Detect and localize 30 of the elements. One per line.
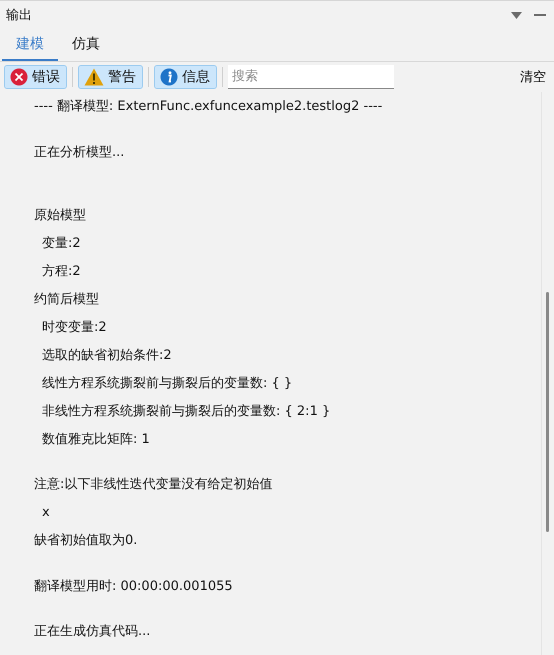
panel-title: 输出 <box>6 7 32 24</box>
search-field[interactable]: 搜索 <box>228 65 394 89</box>
log-line: 正在生成仿真代码... <box>34 623 150 640</box>
tab[interactable]: 仿真 <box>58 29 114 61</box>
clear-button[interactable]: 清空 <box>516 68 550 86</box>
minimize-icon[interactable] <box>534 14 546 16</box>
filter-button[interactable]: 警告 <box>78 65 143 89</box>
filter-button[interactable]: 信息 <box>154 65 217 89</box>
filter-button[interactable]: 错误 <box>4 65 67 89</box>
log-line: 翻译模型用时: 00:00:00.001055 <box>34 578 233 594</box>
log-line: 注意:以下非线性迭代变量没有给定初始值 <box>34 476 272 493</box>
log-line: 数值雅克比矩阵: 1 <box>42 430 150 448</box>
scrollbar-thumb[interactable] <box>546 292 549 532</box>
log-line: x <box>42 504 50 520</box>
log-line: 原始模型 <box>34 206 86 224</box>
log-line: 缺省初始值取为0. <box>34 532 138 549</box>
log-line: 线性方程系统撕裂前与撕裂后的变量数: { } <box>42 374 292 392</box>
log-line: ---- 翻译模型: ExternFunc.exfuncexample2.testlog2 ---- <box>34 98 382 115</box>
log-line: 变量:2 <box>42 234 81 252</box>
error-icon <box>10 68 28 86</box>
log-line: 约简后模型 <box>34 290 99 308</box>
log-line: 非线性方程系统撕裂前与撕裂后的变量数: { 2:1 } <box>42 402 330 420</box>
log-line: 方程:2 <box>42 262 81 280</box>
warning-icon <box>84 68 104 86</box>
log-line: 选取的缺省初始条件:2 <box>42 346 172 364</box>
info-icon <box>160 68 178 86</box>
tab[interactable]: 建模 <box>2 29 58 61</box>
dropdown-icon[interactable] <box>511 12 522 18</box>
log-line: 时变变量:2 <box>42 318 107 336</box>
log-line: 正在分析模型... <box>34 144 124 160</box>
